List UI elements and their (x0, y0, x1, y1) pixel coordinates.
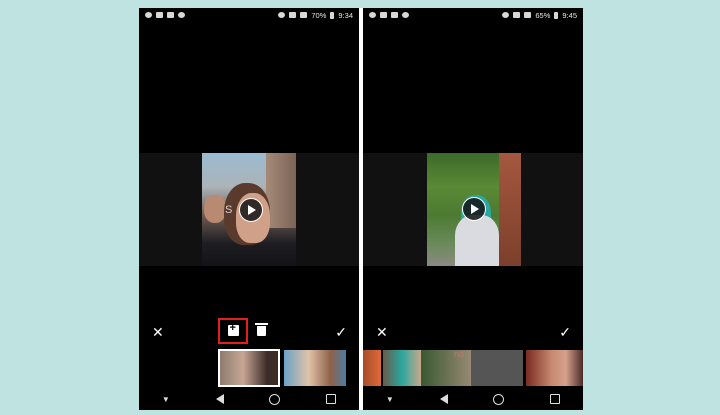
menu-icon[interactable]: ▼ (386, 395, 394, 404)
back-icon[interactable] (439, 394, 448, 404)
gallery-icon (380, 12, 387, 18)
overlay-text: S (225, 204, 233, 216)
delete-icon[interactable] (255, 323, 268, 336)
close-button[interactable]: ✕ (152, 325, 164, 339)
recent-apps-icon[interactable] (550, 394, 561, 404)
building-image (266, 153, 296, 228)
notification-icon (369, 12, 376, 18)
add-clip-button[interactable] (218, 318, 248, 344)
battery-icon (554, 11, 559, 19)
message-icon (167, 12, 174, 18)
navigation-bar: ▼ (139, 388, 359, 410)
close-button[interactable]: ✕ (376, 325, 388, 339)
status-bar: 65% 9:45 (363, 8, 583, 22)
clip-thumbnail[interactable] (383, 350, 421, 386)
signal-icon (524, 12, 532, 18)
menu-icon[interactable]: ▼ (162, 395, 170, 404)
status-bar: 70% 9:34 (139, 8, 359, 22)
phone-screen-right: 65% 9:45 ✕ ✓ nd ▼ (363, 8, 583, 410)
notification-icon (145, 12, 152, 18)
add-clip-icon (228, 322, 239, 336)
gallery-icon (156, 12, 163, 18)
battery-percent: 65% (535, 10, 551, 20)
play-icon (471, 204, 479, 214)
pinwheel-icon (178, 12, 185, 18)
phone-screen-left: 70% 9:34 S ✕ ✓ ▼ (139, 8, 359, 410)
brick-wall-image (499, 153, 521, 266)
recent-apps-icon[interactable] (326, 394, 337, 404)
confirm-button[interactable]: ✓ (335, 325, 347, 339)
pinwheel-icon (402, 12, 409, 18)
clip-thumbnail[interactable] (284, 350, 346, 386)
wifi-icon (513, 12, 521, 18)
clip-thumbnail[interactable] (526, 350, 583, 386)
alarm-icon (278, 12, 286, 18)
clip-thumbnail[interactable] (363, 350, 381, 386)
clock: 9:45 (562, 10, 577, 20)
play-icon (248, 205, 256, 215)
clip-drop-placeholder (471, 350, 523, 386)
alarm-icon (502, 12, 510, 18)
signal-icon (300, 12, 308, 18)
play-button[interactable] (239, 198, 263, 222)
clip-thumbnail-dragging[interactable]: nd (421, 350, 471, 386)
home-icon[interactable] (493, 393, 505, 405)
play-button[interactable] (462, 197, 486, 221)
navigation-bar: ▼ (363, 388, 583, 410)
clock: 9:34 (338, 10, 353, 20)
battery-icon (330, 11, 335, 19)
wifi-icon (289, 12, 297, 18)
confirm-button[interactable]: ✓ (559, 325, 571, 339)
clip-thumbnail-text: nd (454, 350, 465, 359)
clip-thumbnail[interactable] (218, 349, 280, 387)
person-image (204, 195, 226, 223)
battery-percent: 70% (311, 10, 327, 20)
person-image (455, 215, 499, 266)
message-icon (391, 12, 398, 18)
back-icon[interactable] (215, 394, 224, 404)
home-icon[interactable] (269, 393, 281, 405)
